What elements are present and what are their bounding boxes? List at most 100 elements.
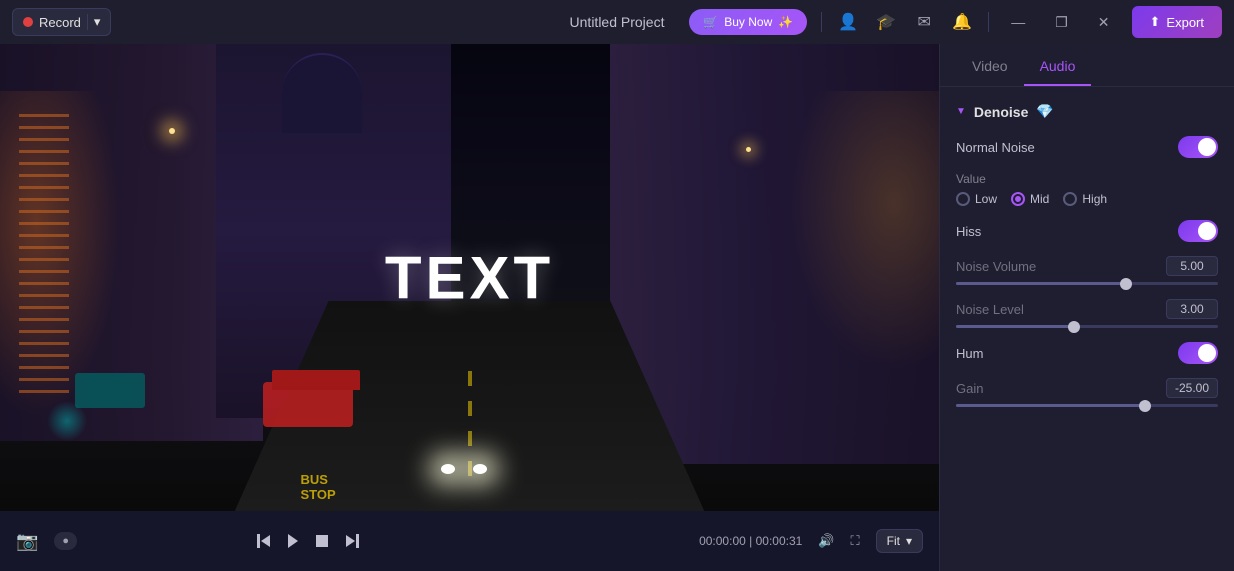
separator-1 bbox=[821, 12, 822, 32]
noise-volume-thumb[interactable] bbox=[1120, 278, 1132, 290]
panel-content: ▼ Denoise 💎 Normal Noise Value Low bbox=[940, 87, 1234, 571]
playback-controls bbox=[253, 530, 363, 552]
record-label: Record bbox=[39, 15, 81, 30]
time-badge: ● bbox=[54, 532, 77, 550]
stop-icon bbox=[316, 535, 328, 547]
lamp2 bbox=[746, 147, 751, 152]
skip-bar-icon bbox=[257, 534, 260, 548]
record-button[interactable]: Record ▾ bbox=[12, 8, 111, 36]
hat-icon[interactable]: 🎓 bbox=[874, 10, 898, 34]
close-button[interactable]: ✕ bbox=[1090, 10, 1118, 35]
panel-tabs: Video Audio bbox=[940, 44, 1234, 87]
skip-fwd-icon bbox=[346, 534, 359, 548]
glow-left bbox=[0, 91, 120, 418]
export-icon: ⬆ bbox=[1150, 14, 1161, 30]
skip-back-icon bbox=[257, 534, 270, 548]
cart-icon: 🛒 bbox=[703, 15, 718, 29]
fit-selector[interactable]: Fit ▾ bbox=[876, 529, 923, 553]
screenshot-button[interactable]: 📷 bbox=[16, 531, 38, 552]
diamond-icon: 💎 bbox=[1036, 103, 1053, 120]
value-label: Value bbox=[956, 172, 1218, 186]
noise-volume-value[interactable]: 5.00 bbox=[1166, 256, 1218, 276]
radio-high-circle bbox=[1063, 192, 1077, 206]
video-controls: 📷 ● bbox=[0, 511, 939, 571]
noise-level-header: Noise Level 3.00 bbox=[956, 299, 1218, 319]
teal-glow bbox=[47, 401, 87, 441]
headlight-right bbox=[473, 464, 487, 474]
denoise-section-header[interactable]: ▼ Denoise 💎 bbox=[956, 103, 1218, 120]
skip-triangle-back-icon bbox=[261, 535, 270, 547]
radio-mid[interactable]: Mid bbox=[1011, 192, 1049, 206]
play-button[interactable] bbox=[284, 530, 302, 552]
gain-header: Gain -25.00 bbox=[956, 378, 1218, 398]
radio-high[interactable]: High bbox=[1063, 192, 1107, 206]
noise-level-track[interactable] bbox=[956, 325, 1218, 328]
fit-label: Fit bbox=[887, 534, 900, 548]
hiss-toggle[interactable] bbox=[1178, 220, 1218, 242]
fullscreen-button[interactable]: ⛶ bbox=[851, 533, 860, 549]
separator-2 bbox=[988, 12, 989, 32]
mail-icon[interactable]: ✉ bbox=[912, 10, 936, 34]
buy-now-label: Buy Now bbox=[724, 15, 772, 29]
normal-noise-row: Normal Noise bbox=[956, 136, 1218, 158]
tab-audio[interactable]: Audio bbox=[1024, 44, 1092, 86]
hiss-row: Hiss bbox=[956, 220, 1218, 242]
main-content: BUSSTOP TEXT 📷 ● bbox=[0, 44, 1234, 571]
skip-fwd-bar-icon bbox=[356, 534, 359, 548]
current-time: 00:00:00 bbox=[699, 534, 746, 548]
hum-toggle[interactable] bbox=[1178, 342, 1218, 364]
radio-low[interactable]: Low bbox=[956, 192, 997, 206]
radio-mid-circle bbox=[1011, 192, 1025, 206]
noise-volume-label: Noise Volume bbox=[956, 259, 1036, 274]
radio-mid-label: Mid bbox=[1030, 192, 1049, 206]
noise-volume-header: Noise Volume 5.00 bbox=[956, 256, 1218, 276]
headlight-left bbox=[441, 464, 455, 474]
hum-row: Hum bbox=[956, 342, 1218, 364]
denoise-title: Denoise bbox=[974, 104, 1028, 120]
value-section: Value Low Mid High bbox=[956, 172, 1218, 206]
noise-level-thumb[interactable] bbox=[1068, 321, 1080, 333]
record-dropdown-arrow[interactable]: ▾ bbox=[87, 14, 101, 30]
noise-level-value[interactable]: 3.00 bbox=[1166, 299, 1218, 319]
gain-label: Gain bbox=[956, 381, 983, 396]
noise-volume-row: Noise Volume 5.00 bbox=[956, 256, 1218, 285]
total-time: 00:00:31 bbox=[756, 534, 803, 548]
gain-track[interactable] bbox=[956, 404, 1218, 407]
hum-knob bbox=[1198, 344, 1216, 362]
gain-fill bbox=[956, 404, 1145, 407]
noise-volume-fill bbox=[956, 282, 1126, 285]
buy-now-button[interactable]: 🛒 Buy Now ✨ bbox=[689, 9, 807, 35]
normal-noise-label: Normal Noise bbox=[956, 140, 1035, 155]
text-overlay: TEXT bbox=[385, 243, 554, 312]
normal-noise-knob bbox=[1198, 138, 1216, 156]
minimize-button[interactable]: — bbox=[1003, 10, 1033, 34]
stop-button[interactable] bbox=[312, 531, 332, 551]
play-icon bbox=[288, 534, 298, 548]
hiss-knob bbox=[1198, 222, 1216, 240]
gain-thumb[interactable] bbox=[1139, 400, 1151, 412]
tab-video[interactable]: Video bbox=[956, 44, 1024, 86]
skip-back-button[interactable] bbox=[253, 530, 274, 552]
noise-volume-track[interactable] bbox=[956, 282, 1218, 285]
gain-value[interactable]: -25.00 bbox=[1166, 378, 1218, 398]
video-area: BUSSTOP TEXT 📷 ● bbox=[0, 44, 939, 571]
user-icon[interactable]: 👤 bbox=[836, 10, 860, 34]
noise-level-fill bbox=[956, 325, 1074, 328]
noise-level-label: Noise Level bbox=[956, 302, 1024, 317]
radio-high-label: High bbox=[1082, 192, 1107, 206]
export-button[interactable]: ⬆ Export bbox=[1132, 6, 1222, 38]
skip-fwd-triangle-icon bbox=[346, 535, 355, 547]
export-label: Export bbox=[1166, 15, 1204, 30]
volume-button[interactable]: 🔊 bbox=[818, 533, 834, 549]
gain-row: Gain -25.00 bbox=[956, 378, 1218, 407]
section-arrow-icon: ▼ bbox=[956, 106, 966, 117]
hum-label: Hum bbox=[956, 346, 983, 361]
record-dot bbox=[23, 17, 33, 27]
normal-noise-toggle[interactable] bbox=[1178, 136, 1218, 158]
radio-low-circle bbox=[956, 192, 970, 206]
radio-mid-inner bbox=[1015, 196, 1021, 202]
hiss-label: Hiss bbox=[956, 224, 981, 239]
skip-forward-button[interactable] bbox=[342, 530, 363, 552]
bell-icon[interactable]: 🔔 bbox=[950, 10, 974, 34]
maximize-button[interactable]: ❐ bbox=[1047, 10, 1076, 35]
